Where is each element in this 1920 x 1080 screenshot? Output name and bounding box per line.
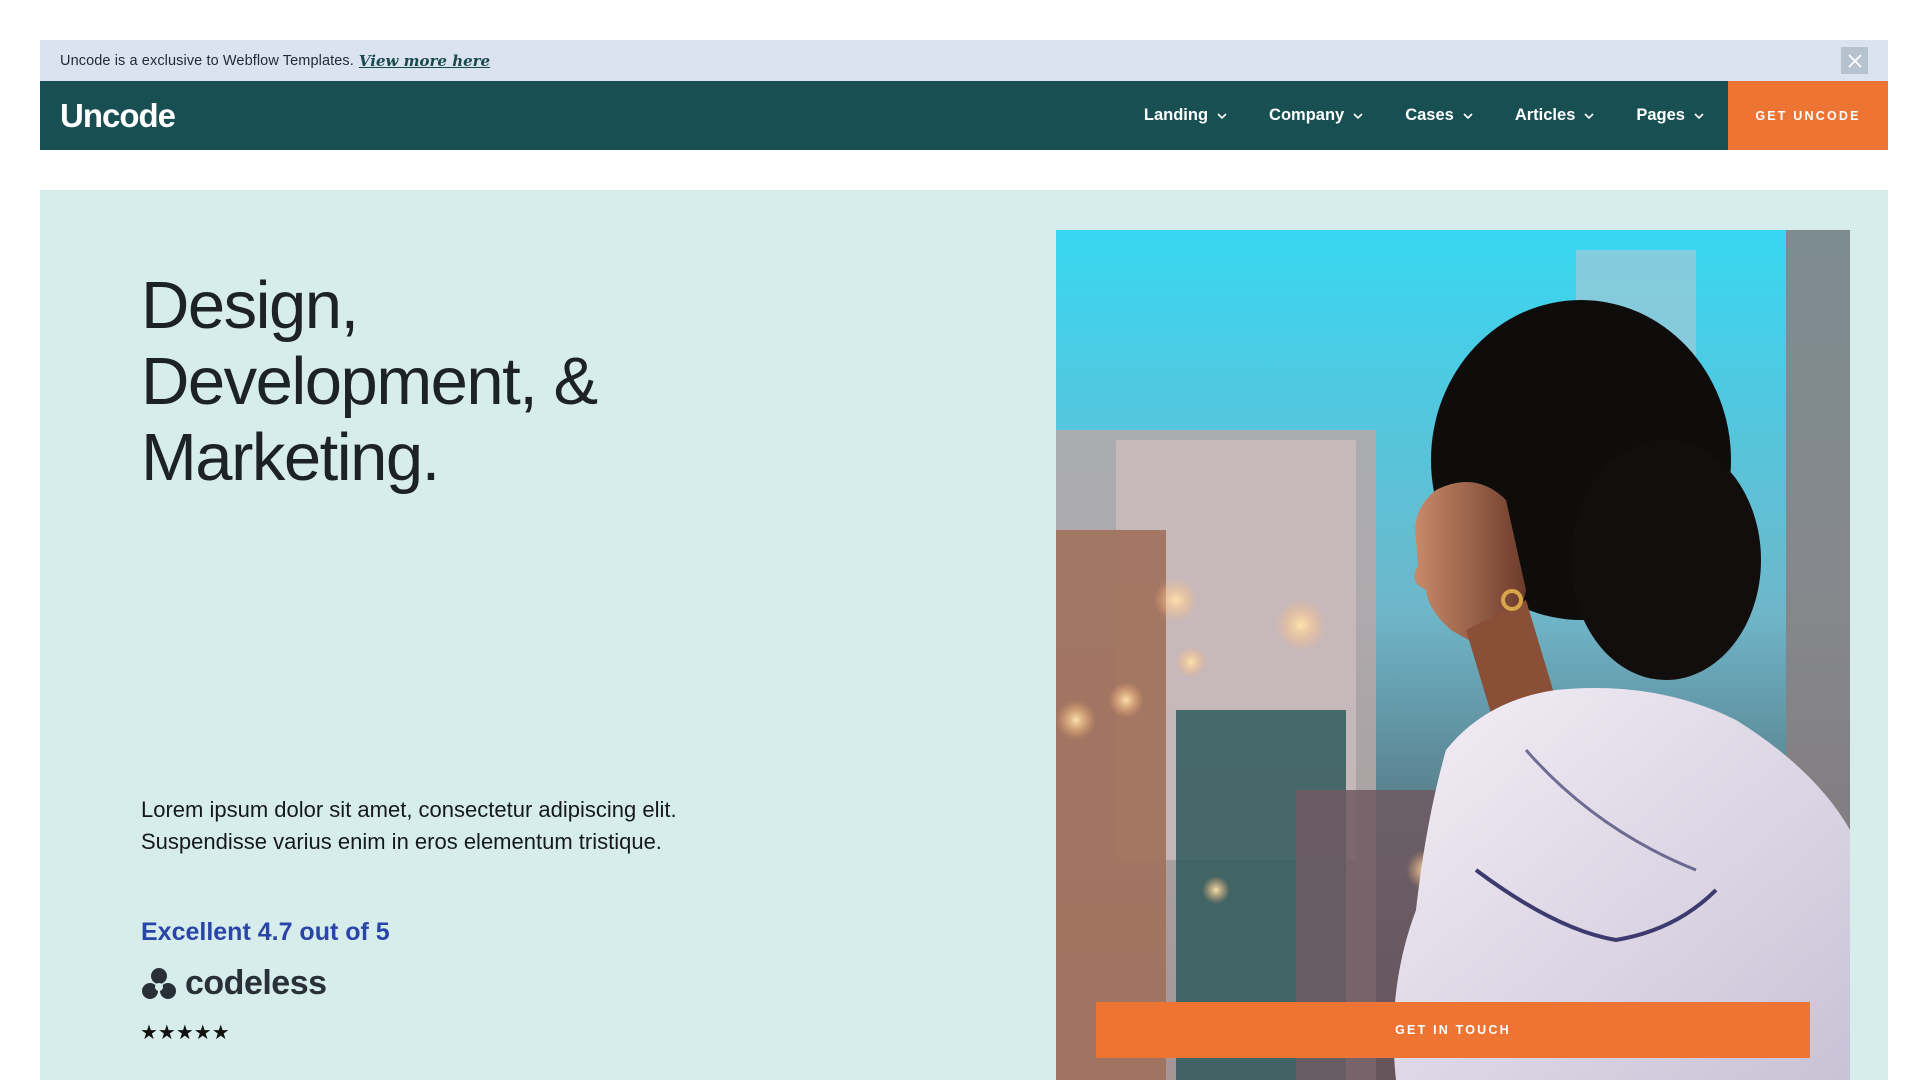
description-line: Suspendisse varius enim in eros elementu… <box>141 829 662 854</box>
announcement-text: Uncode is a exclusive to Webflow Templat… <box>60 52 354 69</box>
chevron-down-icon <box>1353 112 1363 119</box>
headline-line: Development, & <box>141 344 598 419</box>
headline-line: Marketing. <box>141 420 440 495</box>
brand-name: codeless <box>185 964 327 1002</box>
close-icon <box>1847 53 1862 68</box>
nav-item-landing[interactable]: Landing <box>1126 81 1251 150</box>
hero-section: Design, Development, & Marketing. Lorem … <box>40 190 1888 1080</box>
nav-menu: Landing Company Cases Articles Pages GET… <box>1126 81 1888 150</box>
view-more-link[interactable]: View more here <box>359 52 490 70</box>
chevron-down-icon <box>1217 112 1227 119</box>
nav-item-label: Landing <box>1143 106 1209 124</box>
site-logo[interactable]: Uncode <box>60 97 176 135</box>
hero-photo-illustration <box>1056 230 1850 1080</box>
nav-item-label: Company <box>1269 106 1345 124</box>
close-announcement-button[interactable] <box>1841 47 1868 74</box>
nav-item-label: Articles <box>1514 106 1576 124</box>
chevron-down-icon <box>1694 112 1704 119</box>
nav-item-articles[interactable]: Articles <box>1497 81 1619 150</box>
chevron-down-icon <box>1584 112 1594 119</box>
nav-item-label: Cases <box>1405 106 1454 124</box>
star-rating: ★★★★★ <box>140 1022 230 1044</box>
announcement-bar: Uncode is a exclusive to Webflow Templat… <box>40 40 1888 81</box>
nav-item-label: Pages <box>1636 106 1685 124</box>
main-navbar: Uncode Landing Company Cases Articles Pa… <box>40 81 1888 150</box>
hero-headline: Design, Development, & Marketing. <box>141 268 598 496</box>
nav-item-pages[interactable]: Pages <box>1618 81 1728 150</box>
hero-photo <box>1056 230 1850 1080</box>
get-in-touch-button[interactable]: GET IN TOUCH <box>1096 1002 1810 1058</box>
codeless-logo-icon <box>142 967 176 999</box>
chevron-down-icon <box>1463 112 1473 119</box>
hero-description: Lorem ipsum dolor sit amet, consectetur … <box>141 794 677 858</box>
get-uncode-button[interactable]: GET UNCODE <box>1728 81 1888 150</box>
description-line: Lorem ipsum dolor sit amet, consectetur … <box>141 797 677 822</box>
codeless-brand: codeless <box>141 964 327 1003</box>
nav-item-company[interactable]: Company <box>1251 81 1387 150</box>
rating-text: Excellent 4.7 out of 5 <box>141 918 390 946</box>
headline-line: Design, <box>141 268 359 343</box>
nav-item-cases[interactable]: Cases <box>1387 81 1497 150</box>
